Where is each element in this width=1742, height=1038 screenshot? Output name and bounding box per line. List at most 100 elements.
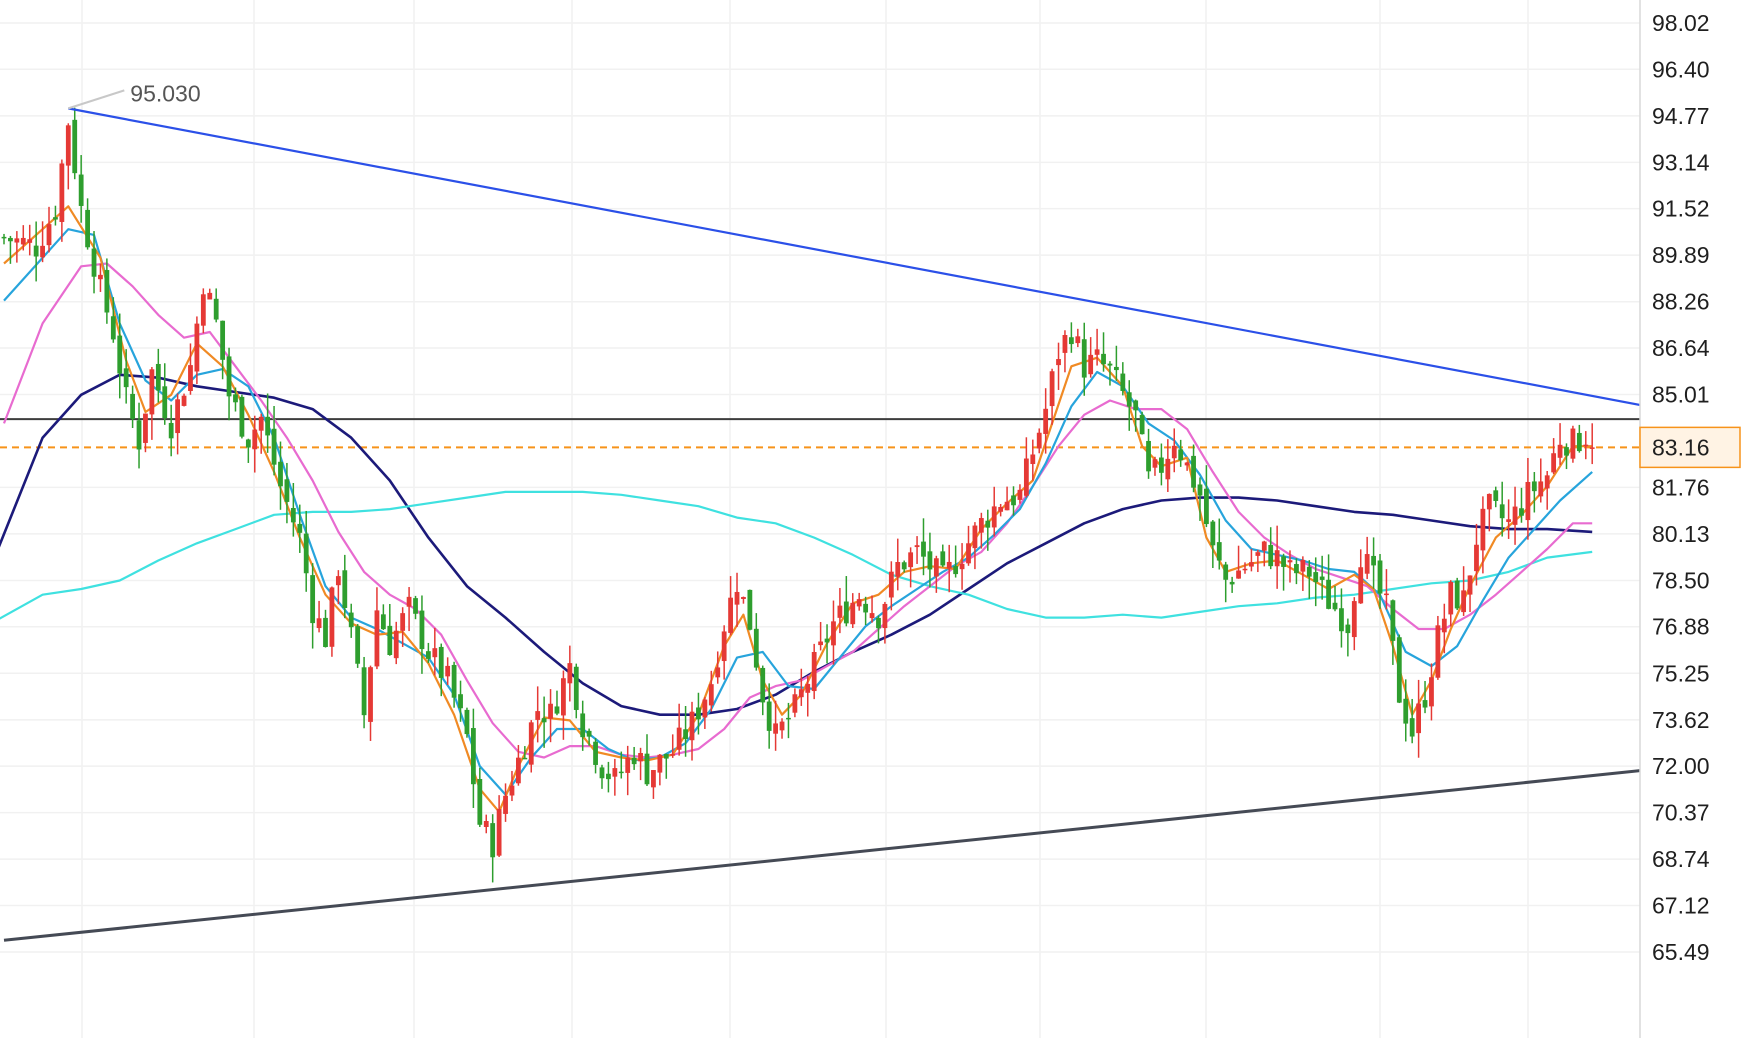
candle-body [104,270,110,313]
candle-body [1171,445,1177,459]
candle-body [1101,353,1106,365]
candle-body [1159,457,1164,473]
candle-body [1146,440,1151,472]
price-tick-label: 76.88 [1652,614,1710,640]
candle-body [477,779,483,825]
price-chart[interactable]: 95.030 98.02 96.40 94.77 93.14 91.52 89.89 88.… [0,0,1742,1038]
candle-body [618,771,624,774]
candle-body [1461,590,1467,613]
candle-body [1306,566,1312,577]
candle-body [741,597,746,599]
candle-body [1204,488,1209,525]
candle-body [888,571,894,598]
candle-body [271,428,277,465]
candle-body [1242,568,1248,571]
candle-body [702,699,708,718]
candle-body [509,785,515,796]
candle-body [747,589,753,630]
candle-body [46,224,52,246]
candle-body [329,587,335,647]
candle-body [1409,718,1415,737]
candle-body [207,292,213,300]
candle-body [155,363,161,391]
candle-body [573,666,579,710]
candle-body [966,543,971,564]
candle-body [1364,554,1370,574]
candle-body [734,591,740,605]
candle-body [805,683,811,693]
candle-body [130,393,135,419]
candle-body [355,626,361,664]
candle-body [1377,560,1383,594]
trendline-support[interactable] [3,758,1742,942]
candle-body [528,722,534,765]
candle-body [72,119,78,174]
grid [0,0,1640,1038]
candle-body [53,217,58,220]
candle-body [1403,698,1409,724]
candle-body [1184,462,1190,466]
candle-body [110,316,116,340]
price-tick-label: 81.76 [1652,474,1710,500]
price-tick-label: 72.00 [1652,753,1710,779]
candle-body [869,613,875,619]
candle-body [98,274,103,280]
price-tick-label: 68.74 [1652,846,1710,872]
candle-body [1165,458,1171,480]
price-tick-label: 75.25 [1652,660,1710,686]
candle-body [1126,392,1132,407]
candle-body [85,209,90,248]
price-tick-label: 73.62 [1652,707,1710,733]
trendline-resistance[interactable] [68,107,1742,426]
candle-body [715,667,721,678]
candle-body [1113,366,1119,371]
candle-body [818,641,824,646]
candle-body [1467,575,1473,595]
candle-body [831,621,836,646]
candle-body [335,576,341,586]
candle-body [445,665,451,677]
candle-body [33,245,39,257]
candle-body [798,689,804,698]
candle-body [496,809,502,856]
price-tick-label: 91.52 [1652,196,1710,222]
candle-body [1332,602,1338,610]
candle-body [1004,501,1010,511]
candle-body [760,667,766,703]
candle-body [245,439,251,448]
candle-body [14,238,20,243]
candle-body [1268,544,1274,567]
candle-body [490,823,496,858]
candle-body [1120,373,1126,391]
price-axis[interactable]: 98.02 96.40 94.77 93.14 91.52 89.89 88.26 86.64… [1639,0,1742,1038]
candle-body [1094,349,1100,355]
chart-canvas[interactable]: 95.030 98.02 96.40 94.77 93.14 91.52 89.89 88.… [0,0,1742,1038]
candle-body [374,610,380,667]
candle-body [953,566,959,575]
candle-body [1422,700,1428,708]
ma-line-navy [0,373,1593,716]
candle-body [689,711,695,741]
candle-body [1249,562,1254,567]
candle-body [1023,458,1029,496]
candle-body [657,754,663,773]
candle-body [522,757,528,760]
candle-body [1557,444,1563,458]
candle-body [1435,625,1441,678]
annotation-leader [67,89,125,110]
candle-body [20,237,26,245]
price-tick-label: 94.77 [1652,103,1710,129]
candle-body [1531,481,1537,492]
candle-body [978,518,984,533]
ma-line-orange [3,205,1593,813]
candle-body [78,174,84,206]
candle-body [233,394,238,403]
candle-body [1429,677,1434,707]
candle-body [464,709,470,735]
candle-body [297,523,303,533]
candle-body [940,551,946,566]
candle-body [1,236,7,239]
annotation-label: 95.030 [130,80,200,106]
candle-body [554,706,560,714]
candle-body [387,625,393,655]
